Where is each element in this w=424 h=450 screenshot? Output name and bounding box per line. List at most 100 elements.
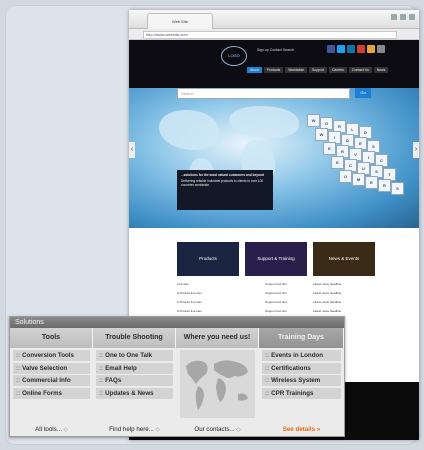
site-logo[interactable]: LOGO — [221, 46, 247, 66]
letter-cube: M — [352, 173, 365, 186]
chevron-down-icon: ◇ — [155, 427, 160, 433]
nav-item[interactable]: News — [373, 67, 389, 73]
item-label: CPR Trainings — [271, 389, 314, 397]
letter-cube: E — [331, 156, 344, 169]
hero-caption-title: ...solutions for the most valued custome… — [181, 173, 264, 177]
letter-cube: E — [323, 142, 336, 155]
minimize-icon[interactable] — [391, 14, 397, 20]
chevron-down-icon: ◇ — [63, 427, 68, 433]
tab-training-days[interactable]: Training Days — [259, 328, 344, 348]
tile-support[interactable]: Support & Training — [245, 242, 307, 276]
products-links: Link item A Product line item A Product li… — [177, 280, 202, 316]
list-item[interactable]: :: Conversion Tools — [13, 350, 90, 361]
social-icons — [327, 45, 385, 53]
social-icon[interactable] — [367, 45, 375, 53]
maximize-icon[interactable] — [400, 14, 406, 20]
list-link[interactable]: Support text line — [245, 289, 307, 298]
list-link[interactable]: Link item — [177, 280, 202, 289]
more-link-contacts[interactable]: Our contacts... ◇ — [176, 426, 259, 433]
url-field[interactable]: http://www.website.com — [143, 31, 397, 39]
item-label: Online Forms — [22, 389, 63, 397]
double-chevron-icon: » — [316, 426, 321, 433]
column-tools: Tools :: Conversion Tools :: Valve Selecti… — [10, 328, 93, 436]
more-link-training[interactable]: See details » — [259, 426, 344, 433]
list-link[interactable]: Support text line — [245, 307, 307, 316]
tab-trouble-shooting[interactable]: Trouble Shooting — [93, 328, 176, 348]
letter-cube: W — [315, 128, 328, 141]
list-link[interactable]: Latest news headline — [313, 280, 341, 289]
social-icon[interactable] — [337, 45, 345, 53]
nav-item[interactable]: Products — [263, 67, 284, 73]
list-item[interactable]: :: One to One Talk — [96, 350, 173, 361]
item-label: One to One Talk — [105, 352, 153, 359]
nav-item[interactable]: About — [247, 67, 262, 73]
bullet-icon: :: — [265, 389, 270, 397]
search-button[interactable]: Go — [355, 88, 371, 98]
more-link-tools[interactable]: All tools... ◇ — [10, 426, 93, 433]
social-icon[interactable] — [347, 45, 355, 53]
nav-item[interactable]: Careers — [328, 67, 347, 73]
slide-prev-icon[interactable]: ‹ — [129, 142, 135, 158]
tab-where[interactable]: Where you need us! — [176, 328, 259, 348]
more-link-help[interactable]: Find help here... ◇ — [93, 426, 176, 433]
tile-products[interactable]: Products — [177, 242, 239, 276]
social-icon[interactable] — [357, 45, 365, 53]
list-link[interactable]: Support text line — [245, 298, 307, 307]
item-label: Valve Selection — [22, 364, 68, 372]
bullet-icon: :: — [16, 352, 21, 359]
list-link[interactable]: Latest news headline — [313, 298, 341, 307]
list-link[interactable]: Latest news headline — [313, 307, 341, 316]
list-item[interactable]: :: Valve Selection — [13, 362, 90, 374]
more-label: See details — [282, 426, 316, 433]
list-item[interactable]: :: Updates & News — [96, 387, 173, 399]
list-link[interactable]: A Product line item — [177, 307, 202, 316]
list-item[interactable]: :: FAQs — [96, 375, 173, 386]
list-link[interactable]: A Product line item — [177, 289, 202, 298]
site-search-input[interactable]: Search — [177, 88, 350, 99]
bullet-icon: :: — [99, 364, 104, 372]
news-links: Latest news headline Latest news headline… — [313, 280, 341, 316]
item-label: Certifications — [271, 364, 311, 372]
more-label: Find help here... — [109, 426, 154, 433]
list-link[interactable]: Latest news headline — [313, 289, 341, 298]
nav-item[interactable]: Contact Us — [349, 67, 372, 73]
letter-cube: S — [391, 182, 404, 195]
support-links: Support text line Support text line Suppor… — [245, 280, 307, 316]
list-item[interactable]: :: Online Forms — [13, 387, 90, 399]
site-header: LOGO Sign up Contact Search About Product… — [129, 40, 419, 88]
list-link[interactable]: A Product line item — [177, 298, 202, 307]
tools-list: :: Conversion Tools :: Valve Selection :: C… — [10, 348, 93, 399]
list-link[interactable]: Support text line — [245, 280, 307, 289]
utility-links[interactable]: Sign up Contact Search — [257, 48, 294, 52]
list-item[interactable]: :: CPR Trainings — [262, 387, 341, 399]
list-item[interactable]: :: Commercial Info — [13, 375, 90, 386]
close-icon[interactable] — [409, 14, 415, 20]
chevron-down-icon: ◇ — [236, 427, 241, 433]
letter-cube: R — [378, 179, 391, 192]
hero-caption: ...solutions for the most valued custome… — [177, 170, 273, 210]
column-trouble-shooting: Trouble Shooting :: One to One Talk :: Ema… — [93, 328, 176, 436]
more-label: All tools... — [35, 426, 62, 433]
bullet-icon: :: — [16, 389, 21, 397]
window-controls — [391, 14, 415, 20]
list-item[interactable]: :: Email Help — [96, 362, 173, 374]
nav-item[interactable]: Worldwide — [285, 67, 308, 73]
slide-next-icon[interactable]: › — [413, 142, 419, 158]
browser-tab[interactable]: Web Site — [147, 13, 213, 29]
list-item[interactable]: :: Wireless System — [262, 375, 341, 386]
list-item[interactable]: :: Certifications — [262, 362, 341, 374]
training-list: :: Events in London :: Certifications :: Wi… — [259, 348, 344, 399]
item-label: Updates & News — [105, 389, 154, 397]
tab-tools[interactable]: Tools — [10, 328, 93, 348]
item-label: Email Help — [105, 364, 137, 372]
bullet-icon: :: — [16, 377, 21, 384]
world-map-icon[interactable] — [180, 350, 255, 418]
nav-item[interactable]: Support — [309, 67, 327, 73]
bullet-icon: :: — [16, 364, 21, 372]
item-label: FAQs — [105, 377, 122, 384]
list-item[interactable]: :: Events in London — [262, 350, 341, 361]
item-label: Commercial Info — [22, 377, 71, 384]
social-icon[interactable] — [327, 45, 335, 53]
tile-news[interactable]: News & Events — [313, 242, 375, 276]
social-icon[interactable] — [377, 45, 385, 53]
